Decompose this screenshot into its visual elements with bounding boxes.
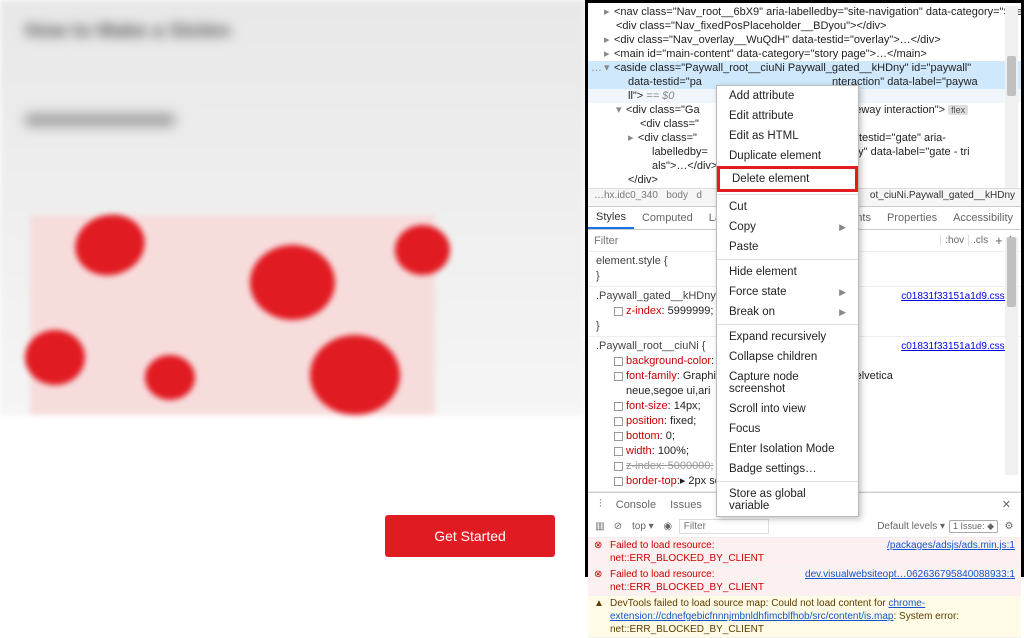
error-icon: ⊗ <box>594 568 606 581</box>
dom-node[interactable]: ▸<main id="main-content" data-category="… <box>588 47 1021 61</box>
menu-paste[interactable]: Paste <box>717 237 858 257</box>
menu-separator <box>717 324 858 325</box>
chevron-right-icon: ▶ <box>839 307 846 318</box>
menu-force-state[interactable]: Force state▶ <box>717 282 858 302</box>
menu-add-attribute[interactable]: Add attribute <box>717 86 858 106</box>
close-drawer-button[interactable]: ✕ <box>996 498 1017 511</box>
menu-edit-attribute[interactable]: Edit attribute <box>717 106 858 126</box>
issues-badge[interactable]: 1 Issue: ◆ <box>949 520 998 533</box>
settings-icon[interactable]: ⚙ <box>1002 520 1016 534</box>
tab-styles[interactable]: Styles <box>588 207 634 229</box>
menu-cut[interactable]: Cut <box>717 197 858 217</box>
console-filter-input[interactable] <box>679 519 769 534</box>
tab-console[interactable]: Console <box>609 499 663 511</box>
source-link[interactable]: c01831f33151a1d9.css:1 <box>901 339 1013 354</box>
menu-expand-recursively[interactable]: Expand recursively <box>717 327 858 347</box>
clear-console-icon[interactable]: ⊘ <box>611 520 625 534</box>
tab-issues[interactable]: Issues <box>663 499 709 511</box>
console-warning[interactable]: ▲ DevTools failed to load source map: Co… <box>588 596 1021 638</box>
menu-focus[interactable]: Focus <box>717 419 858 439</box>
menu-badge-settings[interactable]: Badge settings… <box>717 459 858 479</box>
chevron-right-icon: ▶ <box>839 287 846 298</box>
menu-hide-element[interactable]: Hide element <box>717 262 858 282</box>
log-levels[interactable]: Default levels ▾ <box>877 521 945 532</box>
source-link[interactable]: dev.visualwebsiteopt…062636795840088933:… <box>805 568 1015 581</box>
menu-separator <box>717 481 858 482</box>
menu-separator <box>717 194 858 195</box>
context-menu: Add attribute Edit attribute Edit as HTM… <box>716 85 859 517</box>
new-style-button[interactable]: + <box>992 233 1006 248</box>
menu-store-global[interactable]: Store as global variable <box>717 484 858 516</box>
drawer-toggle-icon[interactable]: ⫶ <box>592 498 609 511</box>
cls-toggle[interactable]: .cls <box>968 235 992 246</box>
blurred-heading: How to Make a Stolen <box>25 20 231 43</box>
menu-enter-isolation[interactable]: Enter Isolation Mode <box>717 439 858 459</box>
menu-break-on[interactable]: Break on▶ <box>717 302 858 322</box>
eye-icon[interactable]: ◉ <box>661 520 675 534</box>
dom-node[interactable]: ▸<div class="Nav_overlay__WuQdH" data-te… <box>588 33 1021 47</box>
tab-properties[interactable]: Properties <box>879 207 945 229</box>
console-error[interactable]: ⊗ Failed to load resource:net::ERR_BLOCK… <box>588 567 1021 596</box>
scrollbar[interactable] <box>1005 237 1018 475</box>
menu-edit-as-html[interactable]: Edit as HTML <box>717 126 858 146</box>
hov-toggle[interactable]: :hov <box>940 235 968 246</box>
console-error[interactable]: ⊗ Failed to load resource:net::ERR_BLOCK… <box>588 538 1021 567</box>
dom-node[interactable]: <div class="Nav_fixedPosPlaceholder__BDy… <box>588 19 1021 33</box>
dom-node-selected[interactable]: …▾<aside class="Paywall_root__ciuNi Payw… <box>588 61 1021 75</box>
dom-node[interactable]: ▸<nav class="Nav_root__6bX9" aria-labell… <box>588 5 1021 19</box>
blurred-content: How to Make a Stolen <box>0 0 585 415</box>
menu-duplicate-element[interactable]: Duplicate element <box>717 146 858 166</box>
get-started-button[interactable]: Get Started <box>385 515 555 557</box>
scrollbar[interactable] <box>1005 6 1018 188</box>
chevron-right-icon: ▶ <box>839 222 846 233</box>
menu-collapse-children[interactable]: Collapse children <box>717 347 858 367</box>
menu-scroll-into-view[interactable]: Scroll into view <box>717 399 858 419</box>
tab-accessibility[interactable]: Accessibility <box>945 207 1021 229</box>
page-preview: How to Make a Stolen Get Started <box>0 0 585 577</box>
menu-separator <box>717 259 858 260</box>
menu-delete-element[interactable]: Delete element <box>717 166 858 192</box>
source-link[interactable]: /packages/adsjs/ads.min.js:1 <box>887 539 1015 552</box>
context-selector[interactable]: top ▾ <box>629 521 657 532</box>
source-link[interactable]: c01831f33151a1d9.css:1 <box>901 289 1013 304</box>
sidebar-toggle-icon[interactable]: ▥ <box>593 520 607 534</box>
menu-copy[interactable]: Copy▶ <box>717 217 858 237</box>
blurred-line <box>25 115 175 125</box>
console-toolbar: ▥ ⊘ top ▾ ◉ Default levels ▾ 1 Issue: ◆ … <box>588 516 1021 538</box>
warning-icon: ▲ <box>594 597 606 610</box>
tab-computed[interactable]: Computed <box>634 207 701 229</box>
error-icon: ⊗ <box>594 539 606 552</box>
heart-image <box>30 215 435 415</box>
console-messages[interactable]: ⊗ Failed to load resource:net::ERR_BLOCK… <box>588 538 1021 638</box>
menu-capture-screenshot[interactable]: Capture node screenshot <box>717 367 858 399</box>
